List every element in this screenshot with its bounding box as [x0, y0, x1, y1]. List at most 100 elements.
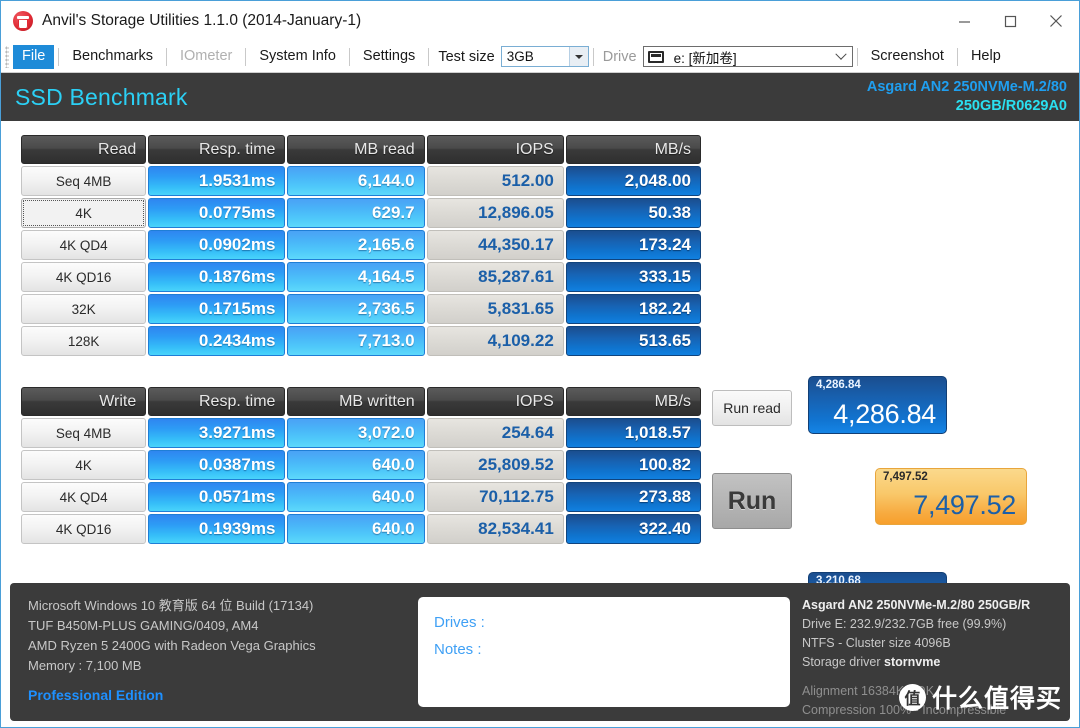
write-column-header: MB written: [287, 387, 424, 416]
os-line: Microsoft Windows 10 教育版 64 位 Build (171…: [28, 596, 418, 616]
run-button[interactable]: Run: [712, 473, 792, 529]
close-icon[interactable]: [1033, 1, 1079, 41]
edition-line: Professional Edition: [28, 685, 418, 705]
read-cell-mb: 7,713.0: [287, 326, 424, 356]
write-results-table: WriteResp. timeMB writtenIOPSMB/sSeq 4MB…: [21, 387, 701, 546]
drive-info-block: Asgard AN2 250NVMe-M.2/80 250GB/R Drive …: [790, 583, 1070, 721]
read-cell-iops: 44,350.17: [427, 230, 564, 260]
drive-compression: Compression 100% - Incompressible: [802, 701, 1070, 720]
minimize-icon[interactable]: [941, 1, 987, 41]
total-score-value: 7,497.52: [913, 490, 1016, 520]
read-column-header: Resp. time: [148, 135, 285, 164]
drive-alignment: Alignment 16384KB OK: [802, 682, 1070, 701]
toolbar-separator: [593, 48, 594, 66]
table-row: 128K0.2434ms7,713.04,109.22513.65: [21, 326, 701, 356]
write-cell-mb: 640.0: [287, 482, 424, 512]
menu-benchmarks[interactable]: Benchmarks: [63, 45, 162, 69]
drive-select[interactable]: e: [新加卷]: [643, 46, 853, 67]
table-row: Seq 4MB3.9271ms3,072.0254.641,018.57: [21, 418, 701, 448]
table-row: 4K QD40.0571ms640.070,112.75273.88: [21, 482, 701, 512]
write-cell-resp: 0.0387ms: [148, 450, 285, 480]
write-column-header: Write: [21, 387, 146, 416]
read-cell-mbs: 173.24: [566, 230, 701, 260]
system-info-block: Microsoft Windows 10 教育版 64 位 Build (171…: [10, 583, 418, 721]
test-size-value: 3GB: [502, 47, 569, 66]
read-cell-mbs: 182.24: [566, 294, 701, 324]
table-row: 4K QD40.0902ms2,165.644,350.17173.24: [21, 230, 701, 260]
drive-capacity: Drive E: 232.9/232.7GB free (99.9%): [802, 615, 1070, 634]
read-cell-mb: 4,164.5: [287, 262, 424, 292]
read-score-small: 4,286.84: [816, 379, 861, 392]
window-controls: [941, 1, 1079, 41]
toolbar-separator: [957, 48, 958, 66]
write-row-button[interactable]: 4K: [21, 450, 146, 480]
drive-value: e: [新加卷]: [669, 47, 830, 66]
notes-panel[interactable]: Drives : Notes :: [418, 597, 790, 707]
read-row-button[interactable]: 4K: [21, 198, 146, 228]
read-cell-iops: 5,831.65: [427, 294, 564, 324]
drive-filesystem: NTFS - Cluster size 4096B: [802, 634, 1070, 653]
spacer: [802, 672, 1070, 682]
run-read-button[interactable]: Run read: [712, 390, 792, 426]
cpu-line: AMD Ryzen 5 2400G with Radeon Vega Graph…: [28, 636, 418, 656]
total-score-box: 7,497.52 7,497.52: [875, 468, 1027, 525]
write-cell-resp: 0.0571ms: [148, 482, 285, 512]
write-row-button[interactable]: 4K QD16: [21, 514, 146, 544]
toolbar-separator: [245, 48, 246, 66]
notes-label: Notes :: [434, 636, 790, 663]
memory-line: Memory : 7,100 MB: [28, 656, 418, 676]
test-size-label: Test size: [433, 49, 500, 65]
read-cell-mbs: 50.38: [566, 198, 701, 228]
write-row-button[interactable]: Seq 4MB: [21, 418, 146, 448]
read-cell-resp: 0.0775ms: [148, 198, 285, 228]
chevron-down-icon[interactable]: [830, 47, 852, 66]
window-title: Anvil's Storage Utilities 1.1.0 (2014-Ja…: [42, 12, 361, 30]
read-row-button[interactable]: 4K QD4: [21, 230, 146, 260]
write-cell-mbs: 273.88: [566, 482, 701, 512]
write-column-header: MB/s: [566, 387, 701, 416]
drive-label: Drive: [598, 49, 643, 65]
menu-settings[interactable]: Settings: [354, 45, 424, 69]
read-column-header: IOPS: [427, 135, 564, 164]
chevron-down-icon[interactable]: [569, 47, 588, 66]
menu-system-info[interactable]: System Info: [250, 45, 345, 69]
app-window: Anvil's Storage Utilities 1.1.0 (2014-Ja…: [0, 0, 1080, 728]
write-cell-mbs: 322.40: [566, 514, 701, 544]
toolbar-grip[interactable]: [5, 46, 9, 68]
menu-help[interactable]: Help: [962, 45, 1010, 69]
write-cell-iops: 254.64: [427, 418, 564, 448]
read-column-header: MB/s: [566, 135, 701, 164]
app-icon: [13, 11, 33, 31]
read-row-button[interactable]: 4K QD16: [21, 262, 146, 292]
menu-screenshot[interactable]: Screenshot: [862, 45, 953, 69]
read-cell-mb: 2,165.6: [287, 230, 424, 260]
write-cell-mb: 640.0: [287, 514, 424, 544]
table-row: 4K0.0387ms640.025,809.52100.82: [21, 450, 701, 480]
main-content: ReadResp. timeMB readIOPSMB/sSeq 4MB1.95…: [1, 121, 1079, 727]
read-cell-resp: 1.9531ms: [148, 166, 285, 196]
read-cell-resp: 0.2434ms: [148, 326, 285, 356]
toolbar-separator: [428, 48, 429, 66]
read-column-header: Read: [21, 135, 146, 164]
test-size-select[interactable]: 3GB: [501, 46, 589, 67]
toolbar-separator: [857, 48, 858, 66]
bottom-info-panel: Microsoft Windows 10 教育版 64 位 Build (171…: [10, 583, 1070, 721]
write-row-button[interactable]: 4K QD4: [21, 482, 146, 512]
read-cell-resp: 0.1876ms: [148, 262, 285, 292]
write-cell-resp: 0.1939ms: [148, 514, 285, 544]
drive-icon: [648, 51, 664, 63]
menu-file[interactable]: File: [13, 45, 54, 69]
toolbar-separator: [166, 48, 167, 66]
write-cell-iops: 82,534.41: [427, 514, 564, 544]
title-bar: Anvil's Storage Utilities 1.1.0 (2014-Ja…: [1, 1, 1079, 41]
read-row-button[interactable]: Seq 4MB: [21, 166, 146, 196]
read-row-button[interactable]: 128K: [21, 326, 146, 356]
write-cell-resp: 3.9271ms: [148, 418, 285, 448]
write-cell-mbs: 100.82: [566, 450, 701, 480]
maximize-icon[interactable]: [987, 1, 1033, 41]
write-column-header: Resp. time: [148, 387, 285, 416]
read-cell-mbs: 2,048.00: [566, 166, 701, 196]
read-row-button[interactable]: 32K: [21, 294, 146, 324]
drive-driver-label: Storage driver: [802, 655, 881, 669]
read-cell-mb: 2,736.5: [287, 294, 424, 324]
